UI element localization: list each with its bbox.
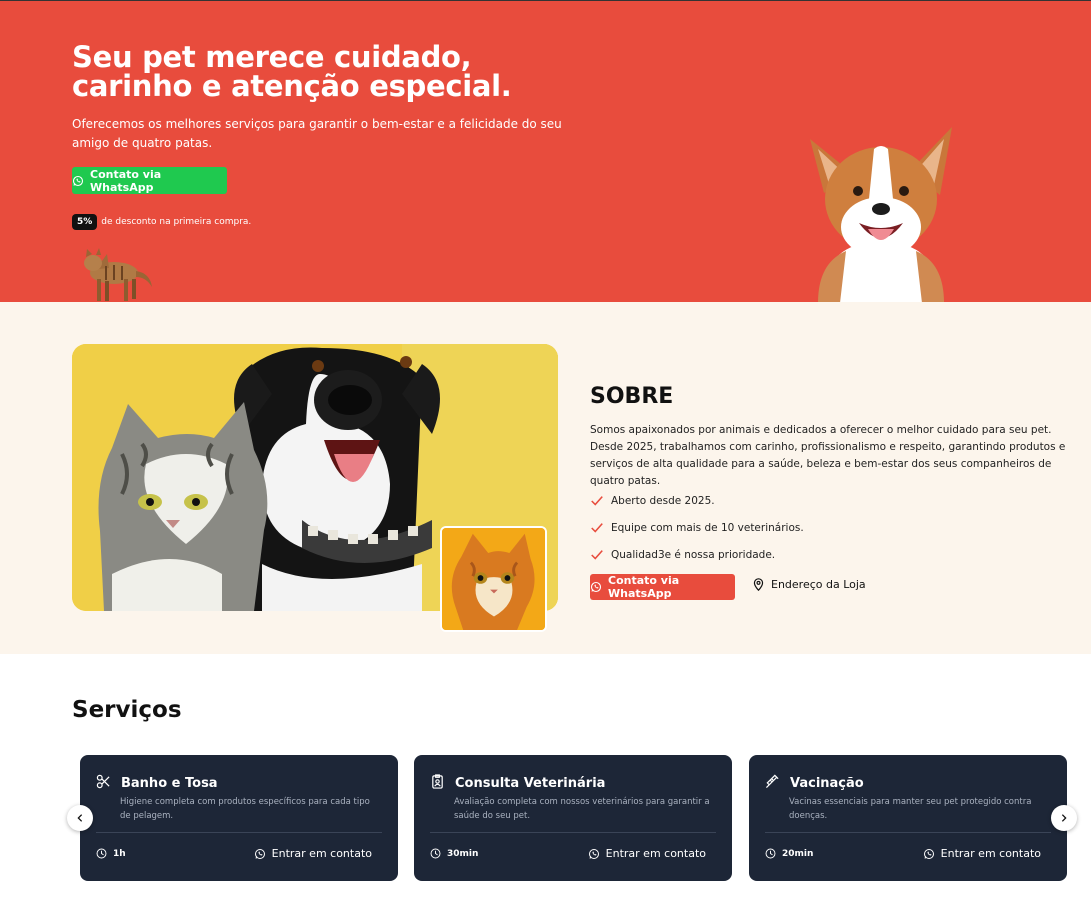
duration-value: 20min (782, 848, 814, 859)
service-card: Banho e Tosa Higiene completa com produt… (80, 755, 398, 881)
service-description: Higiene completa com produtos específico… (120, 797, 370, 821)
service-name: Vacinação (790, 776, 864, 791)
duration-value: 30min (447, 848, 479, 859)
store-address-label: Endereço da Loja (771, 578, 866, 591)
corgi-dog-image (810, 127, 952, 302)
check-label: Qualidad3e é nossa prioridade. (611, 548, 776, 561)
promo-text: de desconto na primeira compra. (101, 217, 252, 227)
map-pin-icon (752, 578, 765, 591)
carousel-next-button[interactable] (1051, 805, 1077, 831)
orange-cat-thumbnail (440, 526, 547, 632)
about-section: SOBRE Somos apaixonados por animais e de… (0, 302, 1091, 654)
check-label: Aberto desde 2025. (611, 494, 715, 507)
whatsapp-icon (590, 581, 602, 593)
divider (765, 832, 1051, 833)
service-description: Vacinas essenciais para manter seu pet p… (789, 797, 1032, 821)
check-item: Equipe com mais de 10 veterinários. (590, 514, 804, 541)
service-description: Avaliação completa com nossos veterinári… (454, 797, 710, 821)
service-contact-button[interactable]: Entrar em contato (588, 847, 706, 860)
hero-whatsapp-button[interactable]: Contato via WhatsApp (72, 167, 227, 194)
scissors-icon (96, 774, 111, 789)
chevron-right-icon (1059, 813, 1069, 823)
service-card: Consulta Veterinária Avaliação completa … (414, 755, 732, 881)
promo-banner: 5% de desconto na primeira compra. (72, 214, 251, 230)
service-duration: 30min (430, 848, 478, 859)
check-item: Aberto desde 2025. (590, 487, 804, 514)
clock-icon (96, 848, 107, 859)
check-item: Qualidad3e é nossa prioridade. (590, 541, 804, 568)
service-duration: 1h (96, 848, 126, 859)
service-contact-button[interactable]: Entrar em contato (254, 847, 372, 860)
about-whatsapp-label: Contato via WhatsApp (608, 574, 680, 600)
service-card: Vacinação Vacinas essenciais para manter… (749, 755, 1067, 881)
about-text: Somos apaixonados por animais e dedicado… (590, 424, 1066, 487)
whatsapp-icon (72, 175, 84, 187)
contact-label: Entrar em contato (940, 847, 1041, 860)
whatsapp-icon (588, 848, 600, 860)
about-checklist: Aberto desde 2025. Equipe com mais de 10… (590, 487, 804, 568)
duration-value: 1h (113, 848, 126, 859)
service-name: Banho e Tosa (121, 776, 218, 791)
check-label: Equipe com mais de 10 veterinários. (611, 521, 804, 534)
carousel-prev-button[interactable] (67, 805, 93, 831)
promo-badge: 5% (72, 214, 98, 230)
store-address-link[interactable]: Endereço da Loja (752, 578, 866, 591)
service-name: Consulta Veterinária (455, 776, 606, 791)
about-title: SOBRE (590, 384, 674, 409)
clock-icon (430, 848, 441, 859)
service-duration: 20min (765, 848, 813, 859)
whatsapp-icon (923, 848, 935, 860)
check-icon (590, 548, 604, 562)
contact-label: Entrar em contato (271, 847, 372, 860)
divider (430, 832, 716, 833)
contact-label: Entrar em contato (605, 847, 706, 860)
check-icon (590, 494, 604, 508)
hero-title: Seu pet merece cuidado, carinho e atençã… (72, 40, 512, 103)
check-icon (590, 521, 604, 535)
about-whatsapp-button[interactable]: Contato via WhatsApp (590, 574, 735, 600)
syringe-icon (765, 774, 780, 789)
badge-icon (430, 774, 445, 789)
clock-icon (765, 848, 776, 859)
service-contact-button[interactable]: Entrar em contato (923, 847, 1041, 860)
hero-subtitle: Oferecemos os melhores serviços para gar… (72, 117, 562, 150)
hero-section: Seu pet merece cuidado, carinho e atençã… (0, 0, 1091, 302)
services-title: Serviços (72, 697, 182, 723)
chevron-left-icon (75, 813, 85, 823)
whatsapp-icon (254, 848, 266, 860)
walking-cat-image (84, 248, 152, 301)
divider (96, 832, 382, 833)
hero-whatsapp-label: Contato via WhatsApp (90, 167, 162, 194)
